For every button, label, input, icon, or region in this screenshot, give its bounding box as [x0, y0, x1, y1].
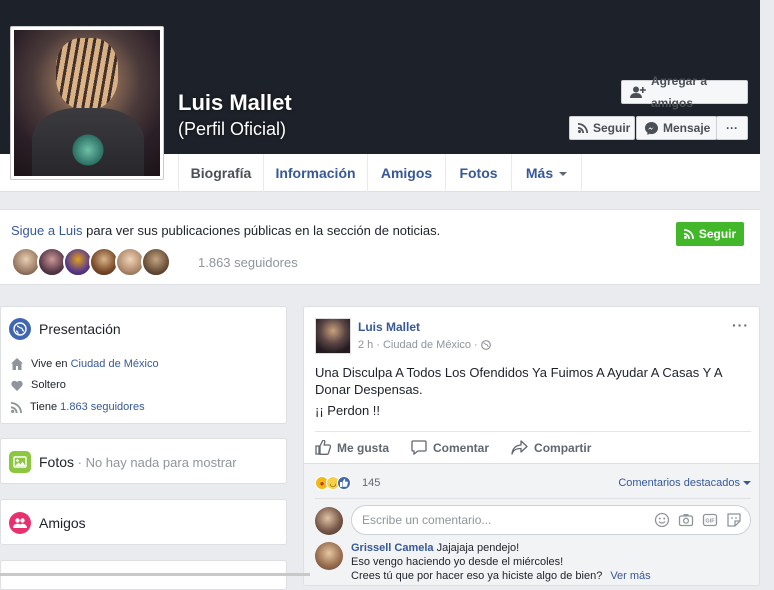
- comment-placeholder: Escribe un comentario...: [362, 513, 492, 527]
- like-button[interactable]: Me gusta: [315, 440, 389, 455]
- post-text-second: ¡¡ Perdon !!: [315, 403, 381, 418]
- rss-icon: [578, 123, 588, 133]
- add-friend-button[interactable]: Agregar a amigos: [621, 74, 748, 110]
- photos-icon: [9, 451, 31, 473]
- commenter-name[interactable]: Grissell Camela: [351, 542, 434, 554]
- intro-card: Presentación Vive en Ciudad de México So…: [0, 306, 287, 424]
- featured-comments-label: Comentarios destacados: [618, 477, 740, 489]
- comment-line1: Jajajaja pendejo!: [433, 542, 520, 554]
- camera-icon[interactable]: [678, 512, 694, 528]
- profile-name[interactable]: Luis Mallet: [178, 90, 292, 116]
- globe-icon: [9, 318, 31, 340]
- comment-line3: Crees tú que por hacer eso ya hiciste al…: [351, 570, 603, 582]
- svg-text:GIF: GIF: [705, 519, 715, 525]
- photos-empty-text: · No hay nada para mostrar: [74, 455, 237, 470]
- post-time[interactable]: 2 h: [358, 339, 373, 351]
- emoji-icon[interactable]: [654, 512, 670, 528]
- photos-card[interactable]: Fotos · No hay nada para mostrar: [0, 438, 287, 484]
- share-icon: [511, 440, 528, 455]
- commenter-avatar[interactable]: [315, 542, 343, 570]
- post-location[interactable]: Ciudad de México: [383, 339, 471, 351]
- tab-informacion[interactable]: Información: [264, 154, 368, 192]
- post-author-name[interactable]: Luis Mallet: [358, 320, 420, 334]
- follow-prompt-text: Sigue a Luis para ver sus publicaciones …: [11, 223, 440, 238]
- current-user-avatar: [315, 507, 343, 535]
- add-friend-icon: [630, 86, 646, 98]
- tab-mas[interactable]: Más: [512, 154, 582, 192]
- share-button[interactable]: Compartir: [511, 440, 591, 455]
- tab-mas-label: Más: [525, 165, 554, 181]
- reaction-count[interactable]: 145: [362, 477, 380, 489]
- comment-line2: Eso vengo haciendo yo desde el miércoles…: [351, 556, 564, 568]
- follow-label: Seguir: [593, 121, 631, 135]
- featured-comments-dropdown[interactable]: Comentarios destacados: [618, 477, 751, 489]
- heart-icon: [11, 380, 23, 391]
- post-author-avatar[interactable]: [315, 318, 351, 354]
- intro-followers-row: Tiene 1.863 seguidores: [11, 401, 145, 413]
- home-icon: [11, 358, 23, 370]
- like-reaction-icon: [337, 476, 351, 490]
- followers-count: 1.863 seguidores: [198, 255, 298, 270]
- divider: [315, 498, 751, 499]
- tab-amigos[interactable]: Amigos: [368, 154, 446, 192]
- intro-city-link[interactable]: Ciudad de México: [71, 358, 159, 370]
- post-options-icon[interactable]: ···: [732, 317, 749, 333]
- photos-title: Fotos: [39, 454, 75, 470]
- post-card: Luis Mallet 2 h · Ciudad de México · ···…: [303, 306, 760, 586]
- profile-subtitle: (Perfil Oficial): [178, 119, 287, 139]
- intro-lives-prefix: Vive en: [31, 358, 71, 370]
- like-label: Me gusta: [337, 440, 390, 455]
- follow-button[interactable]: Seguir: [569, 116, 635, 140]
- message-button[interactable]: Mensaje: [636, 116, 717, 140]
- rss-icon: [683, 229, 694, 239]
- follower-avatars: [11, 247, 171, 277]
- follow-prompt-rest: para ver sus publicaciones públicas en l…: [82, 223, 441, 238]
- caret-down-icon: [559, 172, 568, 177]
- share-label: Compartir: [534, 440, 592, 455]
- caret-down-icon: [743, 481, 751, 486]
- more-dots-icon: ···: [726, 121, 738, 135]
- follow-green-button[interactable]: Seguir: [676, 222, 744, 246]
- follow-luis-link[interactable]: Sigue a Luis: [11, 223, 83, 238]
- rss-icon: [11, 401, 22, 413]
- add-friend-label: Agregar a amigos: [651, 74, 708, 110]
- photos-card-title: Fotos · No hay nada para mostrar: [39, 454, 237, 470]
- profile-picture[interactable]: [10, 26, 164, 180]
- intro-has-prefix: Tiene: [30, 401, 61, 413]
- reaction-icons[interactable]: ● ◡: [315, 476, 351, 490]
- intro-relationship: Soltero: [31, 379, 66, 391]
- sticker-icon[interactable]: [726, 512, 742, 528]
- follow-green-label: Seguir: [698, 227, 737, 241]
- tab-fotos[interactable]: Fotos: [446, 154, 512, 192]
- comment: Grissell Camela Jajajaja pendejo! Eso ve…: [351, 541, 751, 583]
- friends-icon: [9, 512, 31, 534]
- thumbs-up-icon: [315, 440, 331, 455]
- intro-title: Presentación: [39, 321, 121, 337]
- post-actions: Me gusta Comentar Compartir: [315, 431, 751, 463]
- friends-card[interactable]: Amigos: [0, 499, 287, 545]
- reactions-comments-area: ● ◡ 145 Comentarios destacados Escribe u…: [304, 463, 759, 585]
- post-text: Una Disculpa A Todos Los Ofendidos Ya Fu…: [315, 365, 722, 397]
- globe-icon: [480, 340, 491, 350]
- more-options-button[interactable]: ···: [716, 116, 748, 140]
- comment-label: Comentar: [433, 440, 490, 455]
- post-meta: 2 h · Ciudad de México ·: [358, 339, 491, 351]
- intro-followers-link[interactable]: 1.863 seguidores: [60, 401, 144, 413]
- tab-biografia[interactable]: Biografía: [178, 154, 264, 192]
- comment-input-icons: GIF: [654, 512, 742, 528]
- message-label: Mensaje: [663, 121, 711, 135]
- see-more-link[interactable]: Ver más: [610, 570, 650, 582]
- intro-lives-row: Vive en Ciudad de México: [11, 358, 159, 370]
- friends-title: Amigos: [39, 515, 86, 531]
- messenger-icon: [645, 121, 658, 135]
- avatar[interactable]: [141, 247, 171, 277]
- gif-icon[interactable]: GIF: [702, 512, 718, 528]
- intro-relationship-row: Soltero: [11, 379, 66, 391]
- comment-input[interactable]: Escribe un comentario... GIF: [351, 505, 751, 535]
- follow-prompt-bar: Sigue a Luis para ver sus publicaciones …: [0, 209, 760, 285]
- profile-photo-image: [14, 30, 160, 176]
- comment-button[interactable]: Comentar: [411, 440, 489, 455]
- comment-icon: [411, 440, 427, 455]
